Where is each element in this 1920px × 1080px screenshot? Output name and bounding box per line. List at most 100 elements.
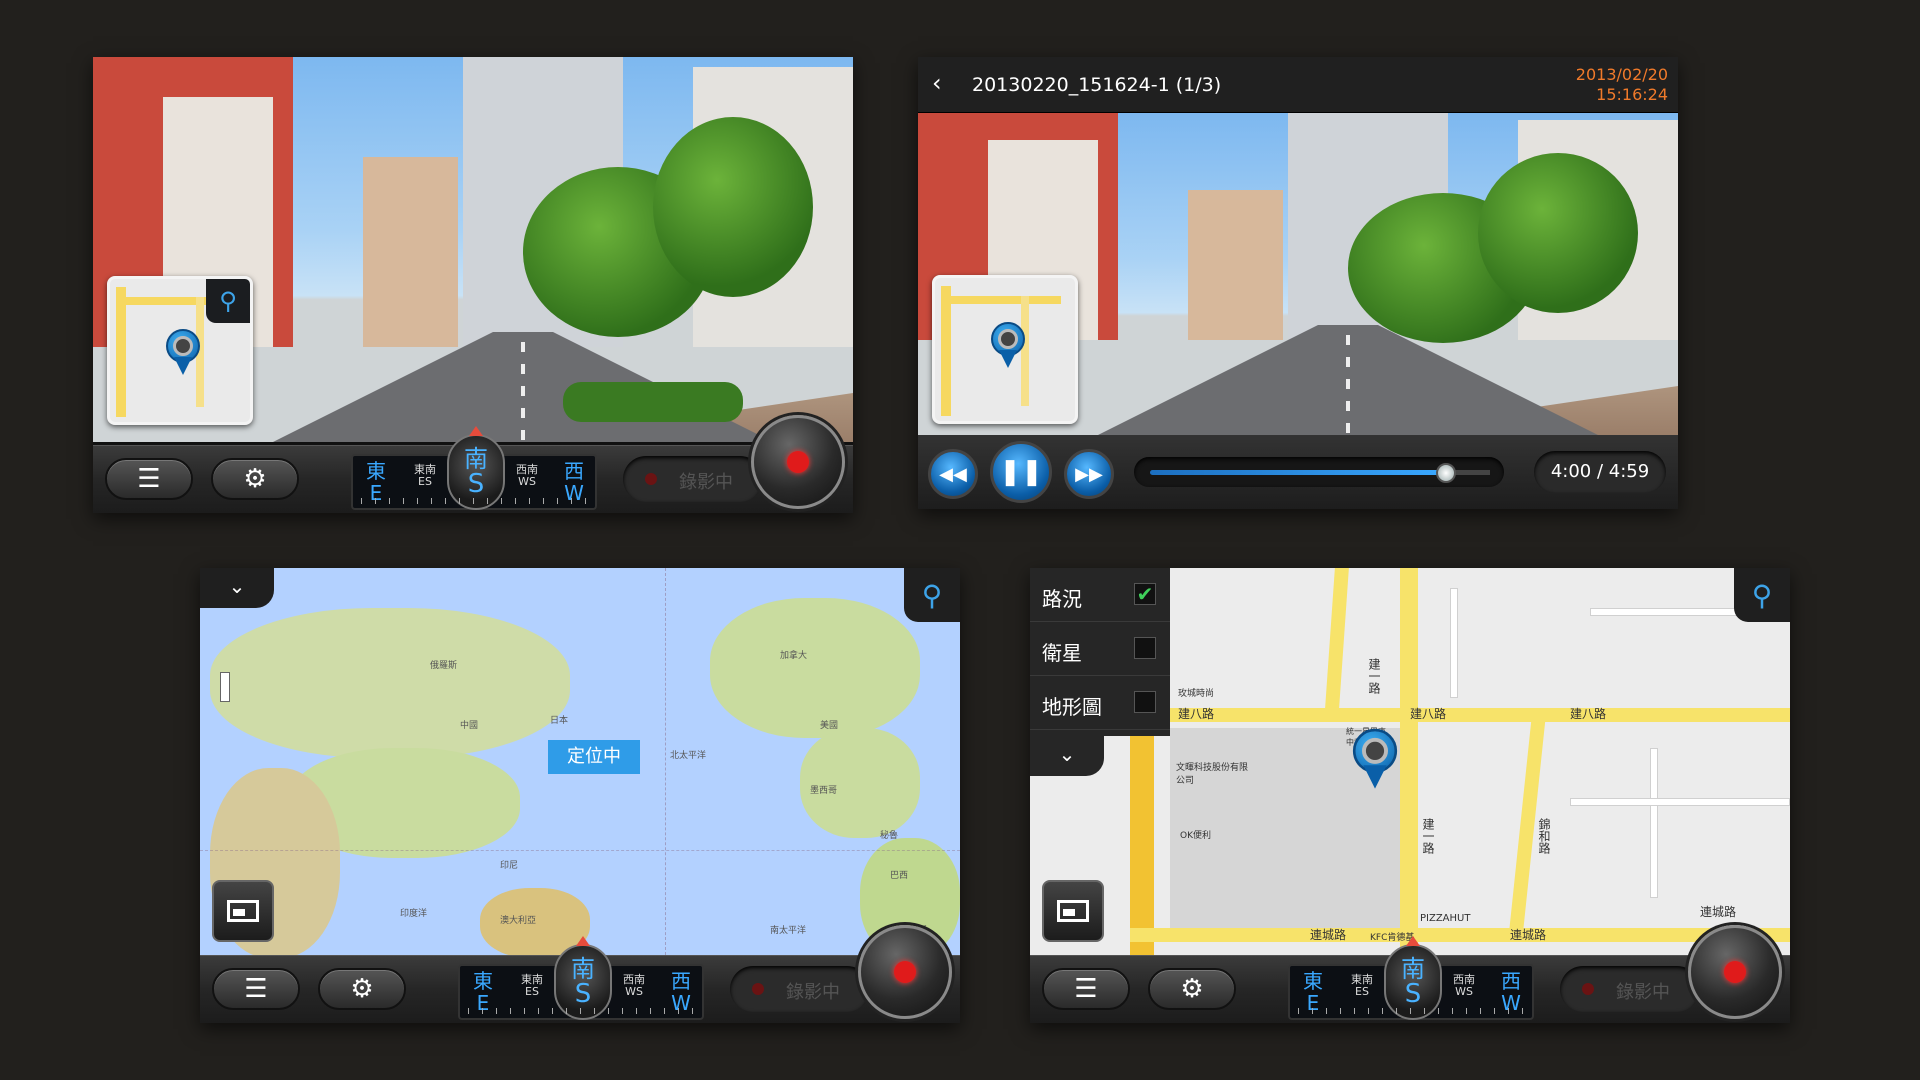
record-button[interactable] [858, 925, 952, 1019]
tree [653, 117, 813, 297]
map-road [1130, 708, 1790, 722]
map-road [1400, 568, 1418, 960]
street-label: 錦和路 [1537, 818, 1551, 854]
heading-indicator [1406, 936, 1420, 946]
seek-handle[interactable] [1436, 463, 1456, 483]
road [1098, 325, 1598, 435]
compass-ticks [468, 1008, 694, 1014]
menu-button[interactable]: ☰ [212, 968, 300, 1010]
map-label: 墨西哥 [810, 786, 838, 796]
layer-label: 衛星 [1042, 641, 1082, 665]
layer-terrain[interactable]: 地形圖 [1030, 676, 1170, 730]
lane-marking [521, 342, 525, 442]
file-title: 20130220_151624-1 (1/3) [972, 74, 1222, 96]
landmass [210, 608, 570, 758]
record-button[interactable] [751, 415, 845, 509]
pip-toggle-button[interactable] [1042, 880, 1104, 942]
pause-icon: ❚❚ [999, 457, 1043, 487]
gear-icon: ⚙ [350, 974, 374, 1004]
map-label: 印度洋 [400, 909, 428, 919]
pip-toggle-button[interactable] [212, 880, 274, 942]
back-button[interactable]: ‹ [932, 69, 942, 97]
settings-button[interactable]: ⚙ [211, 458, 299, 500]
mini-map[interactable]: ⚲ [107, 276, 253, 425]
record-icon [1724, 961, 1746, 983]
satellite-button[interactable]: ⚲ [1734, 568, 1790, 622]
layer-satellite[interactable]: 衛星 [1030, 622, 1170, 676]
compass: 東E 東南 ES 南S 西南 WS 西W [1288, 936, 1534, 1020]
location-pin-icon [166, 329, 200, 377]
record-status-label: 錄影中 [786, 982, 840, 1003]
street-label: 連城路 [1510, 928, 1547, 942]
location-pin-icon [991, 322, 1025, 370]
map-label: 日本 [550, 716, 569, 726]
menu-icon: ☰ [1074, 974, 1098, 1004]
collapse-button[interactable]: ⌄ [200, 568, 274, 608]
layer-label: 地形圖 [1042, 695, 1102, 719]
settings-button[interactable]: ⚙ [1148, 968, 1236, 1010]
compass-ticks [1298, 1008, 1524, 1014]
poi-label: OK便利 [1180, 831, 1211, 841]
map-label: 澳大利亞 [500, 916, 537, 926]
menu-icon: ☰ [244, 974, 268, 1004]
settings-button[interactable]: ⚙ [318, 968, 406, 1010]
playback-header: ‹ 20130220_151624-1 (1/3) 2013/02/20 15:1… [918, 57, 1678, 113]
terrain-checkbox[interactable] [1134, 691, 1156, 713]
map-road [1570, 798, 1790, 806]
street-label: 建八路 [1178, 707, 1215, 721]
world-map[interactable]: 定位中 北太平洋 南太平洋 印度洋 澳大利亞 加拿大 美國 巴西 中國 俄羅斯 … [200, 568, 960, 960]
record-indicator [1582, 983, 1594, 995]
map-road [1450, 588, 1458, 698]
map-road [1130, 928, 1790, 942]
seek-bar[interactable] [1134, 457, 1504, 487]
fast-forward-icon: ▶▶ [1075, 463, 1103, 485]
compass: 東E 東南 ES 南S 西南 WS 西W [458, 936, 704, 1020]
heading-indicator [469, 426, 483, 436]
menu-button[interactable]: ☰ [105, 458, 193, 500]
street-label: 連城路 [1310, 928, 1347, 942]
rewind-button[interactable]: ◀◀ [928, 449, 978, 499]
satellite-checkbox[interactable] [1134, 637, 1156, 659]
layer-traffic[interactable]: 路況 ✔ [1030, 568, 1170, 622]
date-line [665, 568, 666, 960]
fast-forward-button[interactable]: ▶▶ [1064, 449, 1114, 499]
compass-es: 東南 ES [1351, 973, 1373, 999]
compass-ws: 西南 WS [623, 973, 645, 999]
street-label: 建一路 [1421, 818, 1435, 854]
record-icon [894, 961, 916, 983]
zoom-slider[interactable] [220, 672, 230, 702]
mini-map[interactable] [932, 275, 1078, 424]
compass-es: 東南 ES [414, 463, 436, 489]
time-display: 4:00 / 4:59 [1534, 451, 1666, 493]
poi-label: PIZZAHUT [1420, 913, 1471, 924]
map-road [941, 296, 1061, 304]
building [1188, 190, 1283, 340]
map-road [1130, 728, 1154, 960]
satellite-icon: ⚲ [921, 578, 943, 612]
equator [200, 850, 960, 851]
compass-ws: 西南 WS [1453, 973, 1475, 999]
map-road [941, 286, 951, 416]
recording-screen: ⚲ ☰ ⚙ 東E 東南 ES 南S 西南 WS 西W 錄影中 [93, 57, 853, 513]
gear-icon: ⚙ [243, 464, 267, 494]
record-button[interactable] [1688, 925, 1782, 1019]
heading-indicator [576, 936, 590, 946]
recording-datetime: 2013/02/20 15:16:24 [1576, 65, 1668, 105]
satellite-button[interactable]: ⚲ [904, 568, 960, 622]
hedge [563, 382, 743, 422]
locating-badge: 定位中 [548, 740, 640, 774]
traffic-checkbox[interactable]: ✔ [1134, 583, 1156, 605]
lane-marking [1346, 335, 1350, 435]
playback-controls: ◀◀ ❚❚ ▶▶ 4:00 / 4:59 [918, 435, 1678, 509]
street-label: 連城路 [1700, 905, 1737, 919]
landmass [710, 598, 920, 738]
map-label: 中國 [460, 721, 479, 731]
street-map-screen: 建八路 建八路 建八路 建一路 建一路 連城路 連城路 連城路 錦和路 文暉科技… [1030, 568, 1790, 1023]
control-bar: ☰ ⚙ 東E 東南 ES 南S 西南 WS 西W 錄影中 [93, 415, 853, 513]
record-indicator [752, 983, 764, 995]
satellite-icon[interactable]: ⚲ [206, 279, 250, 323]
street-label: 建八路 [1410, 707, 1447, 721]
pause-button[interactable]: ❚❚ [990, 441, 1052, 503]
collapse-button[interactable]: ⌄ [1030, 736, 1104, 776]
menu-button[interactable]: ☰ [1042, 968, 1130, 1010]
